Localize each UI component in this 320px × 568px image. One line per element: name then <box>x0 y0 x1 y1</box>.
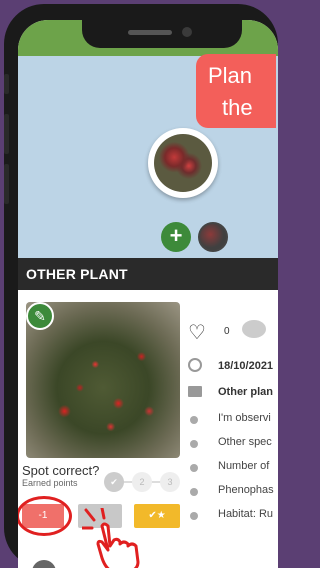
list-item: Phenophas <box>218 484 274 496</box>
bullet-icon <box>190 416 198 424</box>
step-3[interactable]: 3 <box>160 472 180 492</box>
observation-date: 18/10/2021 <box>218 360 274 372</box>
callout-tag: Plan the <box>196 54 276 128</box>
heart-icon[interactable]: ♡ <box>188 320 206 345</box>
comment-icon[interactable] <box>242 320 266 338</box>
clock-icon <box>188 358 202 372</box>
pointer-hand-icon <box>82 508 140 568</box>
callout-line2: the <box>222 95 253 120</box>
phone-side-button <box>4 74 9 94</box>
bullet-icon <box>190 488 198 496</box>
spot-question: Spot correct? <box>22 463 100 478</box>
list-item: Habitat: Ru <box>218 508 274 520</box>
bullet-icon <box>190 512 198 520</box>
page-title: OTHER PLANT <box>26 266 128 282</box>
list-item: I'm observi <box>218 412 271 424</box>
list-item: Number of <box>218 460 270 472</box>
highlight-circle <box>18 496 72 536</box>
add-button[interactable]: + <box>161 222 191 252</box>
bullet-icon <box>190 464 198 472</box>
folder-icon <box>188 386 202 397</box>
phone-volume-down <box>4 164 9 204</box>
likes-count: 0 <box>224 326 230 337</box>
observation-category: Other plan <box>218 386 274 398</box>
user-avatar[interactable] <box>198 222 228 252</box>
callout-line1: Plan <box>208 63 253 88</box>
step-2[interactable]: 2 <box>132 472 152 492</box>
step-indicator: ✔ 2 3 <box>104 472 180 492</box>
plant-avatar[interactable] <box>148 128 218 198</box>
avatar <box>32 560 56 568</box>
step-check[interactable]: ✔ <box>104 472 124 492</box>
edit-icon[interactable]: ✎ <box>26 302 54 330</box>
list-item: Other spec <box>218 436 272 448</box>
phone-notch <box>82 18 242 48</box>
bullet-icon <box>190 440 198 448</box>
points-label: Earned points <box>22 478 78 488</box>
phone-volume-up <box>4 114 9 154</box>
title-bar: OTHER PLANT <box>18 258 278 290</box>
